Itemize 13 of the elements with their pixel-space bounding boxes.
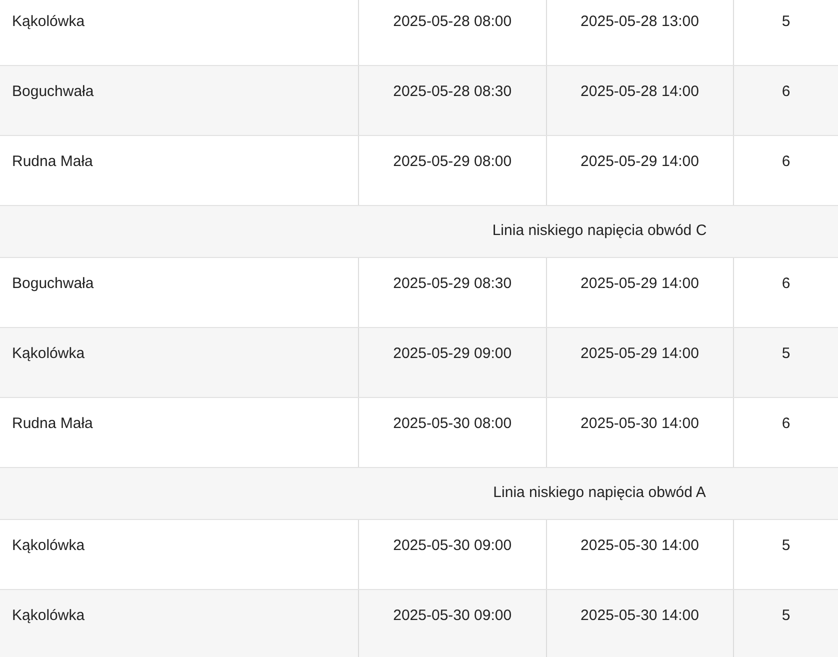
- table-cell-text: Kąkolówka: [11, 12, 86, 32]
- group-title: Linia niskiego napięcia obwód C: [492, 221, 707, 242]
- table-cell: 5: [732, 590, 838, 657]
- table-cell-text: Boguchwała: [11, 274, 95, 294]
- table-cell-text: Kąkolówka: [11, 344, 86, 364]
- table-cell: 2025-05-30 09:00: [358, 590, 546, 657]
- table-cell-text: Kąkolówka: [11, 606, 86, 626]
- group-title: Linia niskiego napięcia obwód A: [493, 483, 706, 504]
- table-cell-text: Kąkolówka: [11, 536, 86, 556]
- table-cell-text: Rudna Mała: [11, 152, 94, 172]
- table-cell-text: Rudna Mała: [11, 414, 94, 434]
- table-cell-text: Boguchwała: [11, 82, 95, 102]
- table-cell: 2025-05-30 14:00: [546, 590, 733, 657]
